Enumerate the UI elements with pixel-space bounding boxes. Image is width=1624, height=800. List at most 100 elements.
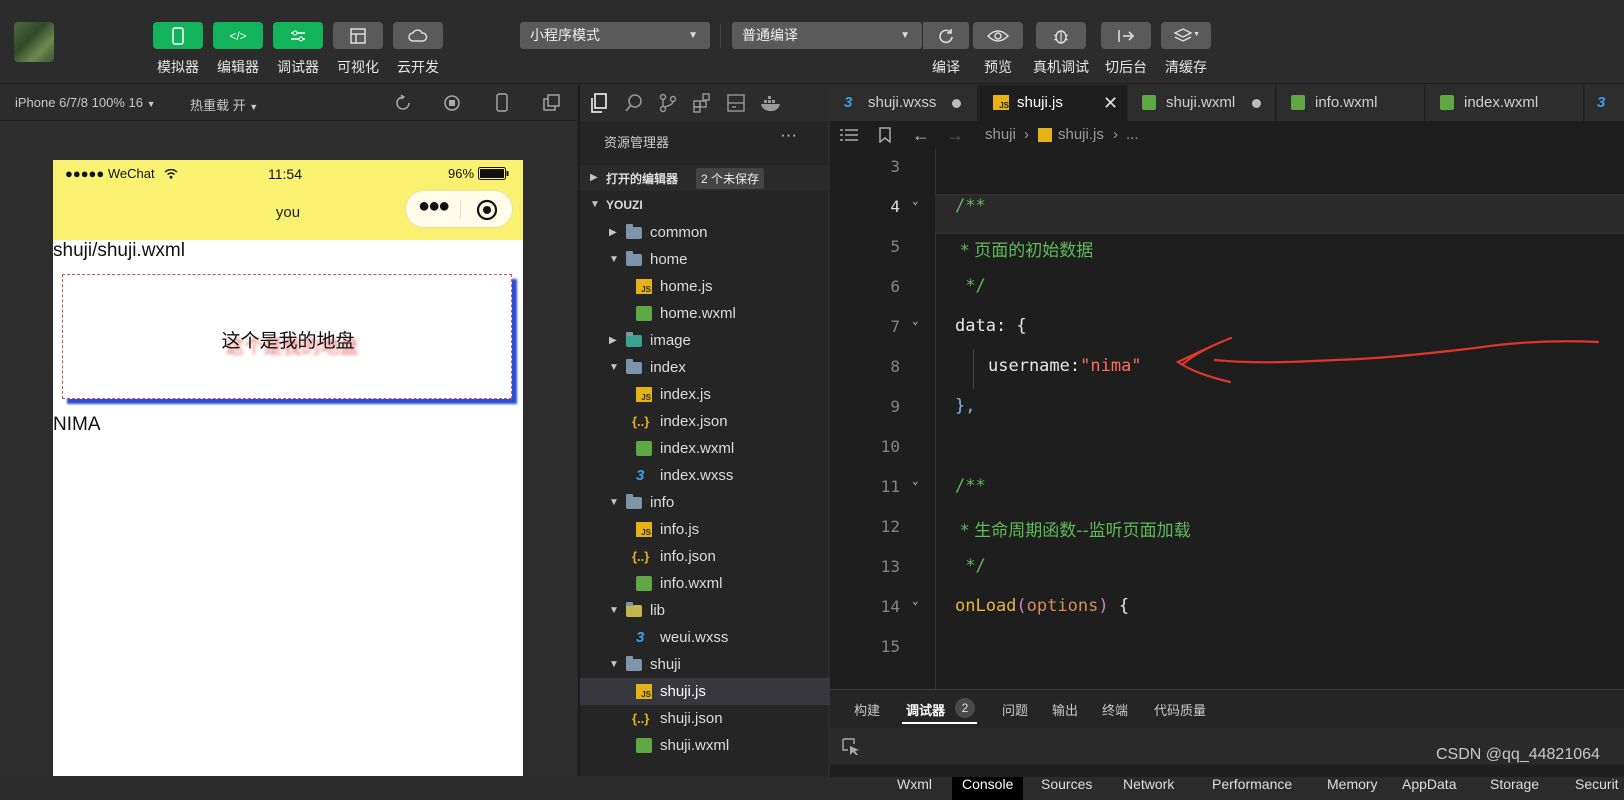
tab-debugger[interactable]: 调试器 <box>906 700 945 719</box>
tree-file-home-wxml[interactable]: home.wxml <box>580 300 830 327</box>
compile-button[interactable] <box>923 22 969 49</box>
cloud-dev-button[interactable] <box>393 22 443 49</box>
tree-label: index.wxss <box>660 467 734 484</box>
storage-icon[interactable] <box>726 93 746 113</box>
docker-icon[interactable] <box>760 93 782 113</box>
phone-icon[interactable] <box>495 93 509 113</box>
js-file-icon: JS <box>636 522 652 537</box>
tab-output[interactable]: 输出 <box>1052 700 1078 719</box>
tab-terminal[interactable]: 终端 <box>1102 700 1128 719</box>
tree-label: index.js <box>660 386 711 403</box>
inspect-element-icon[interactable] <box>842 738 860 756</box>
preview-button[interactable] <box>973 22 1023 49</box>
preview-label: 预览 <box>984 59 1012 75</box>
editor-toggle-button[interactable]: </> <box>213 22 263 49</box>
tree-folder-info[interactable]: ▼ info <box>580 489 830 516</box>
tab-problems[interactable]: 问题 <box>1002 700 1028 719</box>
compile-select[interactable]: 普通编译 ▼ <box>732 22 922 49</box>
tree-file-home-js[interactable]: JS home.js <box>580 273 830 300</box>
tab-shuji-js[interactable]: JS shuji.js ✕ <box>979 85 1127 121</box>
mode-select[interactable]: 小程序模式 ▼ <box>520 22 710 49</box>
fold-chevron-icon[interactable]: ⌄ <box>912 314 919 327</box>
tree-folder-index[interactable]: ▼ index <box>580 354 830 381</box>
tree-file-weui-wxss[interactable]: 3 weui.wxss <box>580 624 830 651</box>
fold-chevron-icon[interactable]: ⌄ <box>912 594 919 607</box>
toolbar-divider <box>720 24 721 48</box>
open-editors-section[interactable]: ▶ 打开的编辑器 2 个未保存 <box>580 165 830 191</box>
fold-chevron-icon[interactable]: ⌄ <box>912 194 919 207</box>
phone-icon <box>172 26 184 45</box>
line-number: 15 <box>880 637 900 656</box>
files-icon[interactable] <box>590 93 610 113</box>
breadcrumb-file[interactable]: shuji.js <box>1058 121 1104 149</box>
popout-window-icon[interactable] <box>543 94 561 112</box>
device-select[interactable]: iPhone 6/7/8 100% 16 ▼ <box>15 95 155 110</box>
user-avatar[interactable] <box>14 22 54 62</box>
sliders-icon <box>291 30 305 41</box>
stop-icon[interactable] <box>443 94 461 112</box>
unsaved-dot-icon[interactable] <box>1252 99 1261 108</box>
tree-file-info-wxml[interactable]: info.wxml <box>580 570 830 597</box>
tree-folder-lib[interactable]: ▼ lib <box>580 597 830 624</box>
tree-file-info-js[interactable]: JS info.js <box>580 516 830 543</box>
tab-build[interactable]: 构建 <box>854 700 880 719</box>
tree-file-shuji-wxml[interactable]: shuji.wxml <box>580 732 830 759</box>
carrier-text: ●●●●● WeChat <box>65 166 155 181</box>
visual-toggle-button[interactable] <box>333 22 383 49</box>
close-miniprogram-icon[interactable] <box>476 199 498 221</box>
tab-shuji-wxss[interactable]: 3 shuji.wxss <box>830 85 978 121</box>
debugger-toggle-button[interactable] <box>273 22 323 49</box>
tab-overflow[interactable]: 3 <box>1585 85 1624 121</box>
tree-label: lib <box>650 602 666 619</box>
clear-cache-button[interactable]: ▼ <box>1161 22 1211 49</box>
tree-file-shuji-json[interactable]: {..} shuji.json <box>580 705 830 732</box>
more-icon[interactable]: ●●● <box>418 195 450 218</box>
background-button[interactable] <box>1101 22 1151 49</box>
outline-icon[interactable] <box>840 128 858 142</box>
rotate-icon[interactable] <box>394 94 412 112</box>
chevron-down-icon: ▼ <box>609 362 619 373</box>
simulator-toggle-button[interactable] <box>153 22 203 49</box>
tree-file-index-json[interactable]: {..} index.json <box>580 408 830 435</box>
breadcrumb-more[interactable]: ... <box>1126 121 1139 149</box>
more-actions-icon[interactable]: ··· <box>780 125 797 145</box>
source-control-icon[interactable] <box>658 93 678 113</box>
tree-label: home.js <box>660 278 713 295</box>
breadcrumb-folder[interactable]: shuji <box>985 121 1016 149</box>
tab-index-wxml[interactable]: index.wxml <box>1426 85 1584 121</box>
tab-code-quality[interactable]: 代码质量 <box>1154 700 1206 719</box>
tree-file-index-js[interactable]: JS index.js <box>580 381 830 408</box>
tree-file-info-json[interactable]: {..} info.json <box>580 543 830 570</box>
extensions-icon[interactable] <box>692 93 712 113</box>
tab-info-wxml[interactable]: info.wxml <box>1277 85 1425 121</box>
capsule-menu[interactable]: ●●● <box>405 190 513 228</box>
fold-chevron-icon[interactable]: ⌄ <box>912 474 919 487</box>
search-icon[interactable] <box>624 93 644 113</box>
code-area[interactable]: 3 4 ⌄ /** 5 * 页面的初始数据 6 */ 7 ⌄ data: { 8… <box>830 149 1624 689</box>
tree-folder-home[interactable]: ▼ home <box>580 246 830 273</box>
tree-folder-common[interactable]: ▶ common <box>580 219 830 246</box>
tree-folder-image[interactable]: ▶ image <box>580 327 830 354</box>
js-file-icon <box>1038 128 1052 142</box>
tree-folder-shuji[interactable]: ▼ shuji <box>580 651 830 678</box>
tree-label: home <box>650 251 688 268</box>
close-icon[interactable]: ✕ <box>1103 85 1118 121</box>
hot-reload-toggle[interactable]: 热重载 开 ▼ <box>190 95 258 114</box>
unsaved-dot-icon[interactable] <box>952 99 961 108</box>
bookmark-icon[interactable] <box>878 127 892 143</box>
remote-debug-button[interactable] <box>1036 22 1086 49</box>
debugger-label: 调试器 <box>277 59 319 75</box>
tree-file-shuji-js[interactable]: JS shuji.js <box>580 678 830 705</box>
tab-label: shuji.wxml <box>1166 94 1236 111</box>
arrow-left-icon[interactable]: ← <box>912 121 930 149</box>
folder-open-icon <box>626 251 642 266</box>
tree-file-index-wxss[interactable]: 3 index.wxss <box>580 462 830 489</box>
tree-label: home.wxml <box>660 305 736 322</box>
wxml-file-icon <box>636 738 652 753</box>
tab-shuji-wxml[interactable]: shuji.wxml <box>1128 85 1276 121</box>
project-section[interactable]: ▼ YOUZI <box>580 192 830 218</box>
tree-file-index-wxml[interactable]: index.wxml <box>580 435 830 462</box>
arrow-right-icon[interactable]: → <box>946 121 964 149</box>
phone-screen: ●●●●● WeChat 11:54 96% you ●●● shuji/shu… <box>53 160 523 776</box>
data-text: NIMA <box>53 414 101 435</box>
